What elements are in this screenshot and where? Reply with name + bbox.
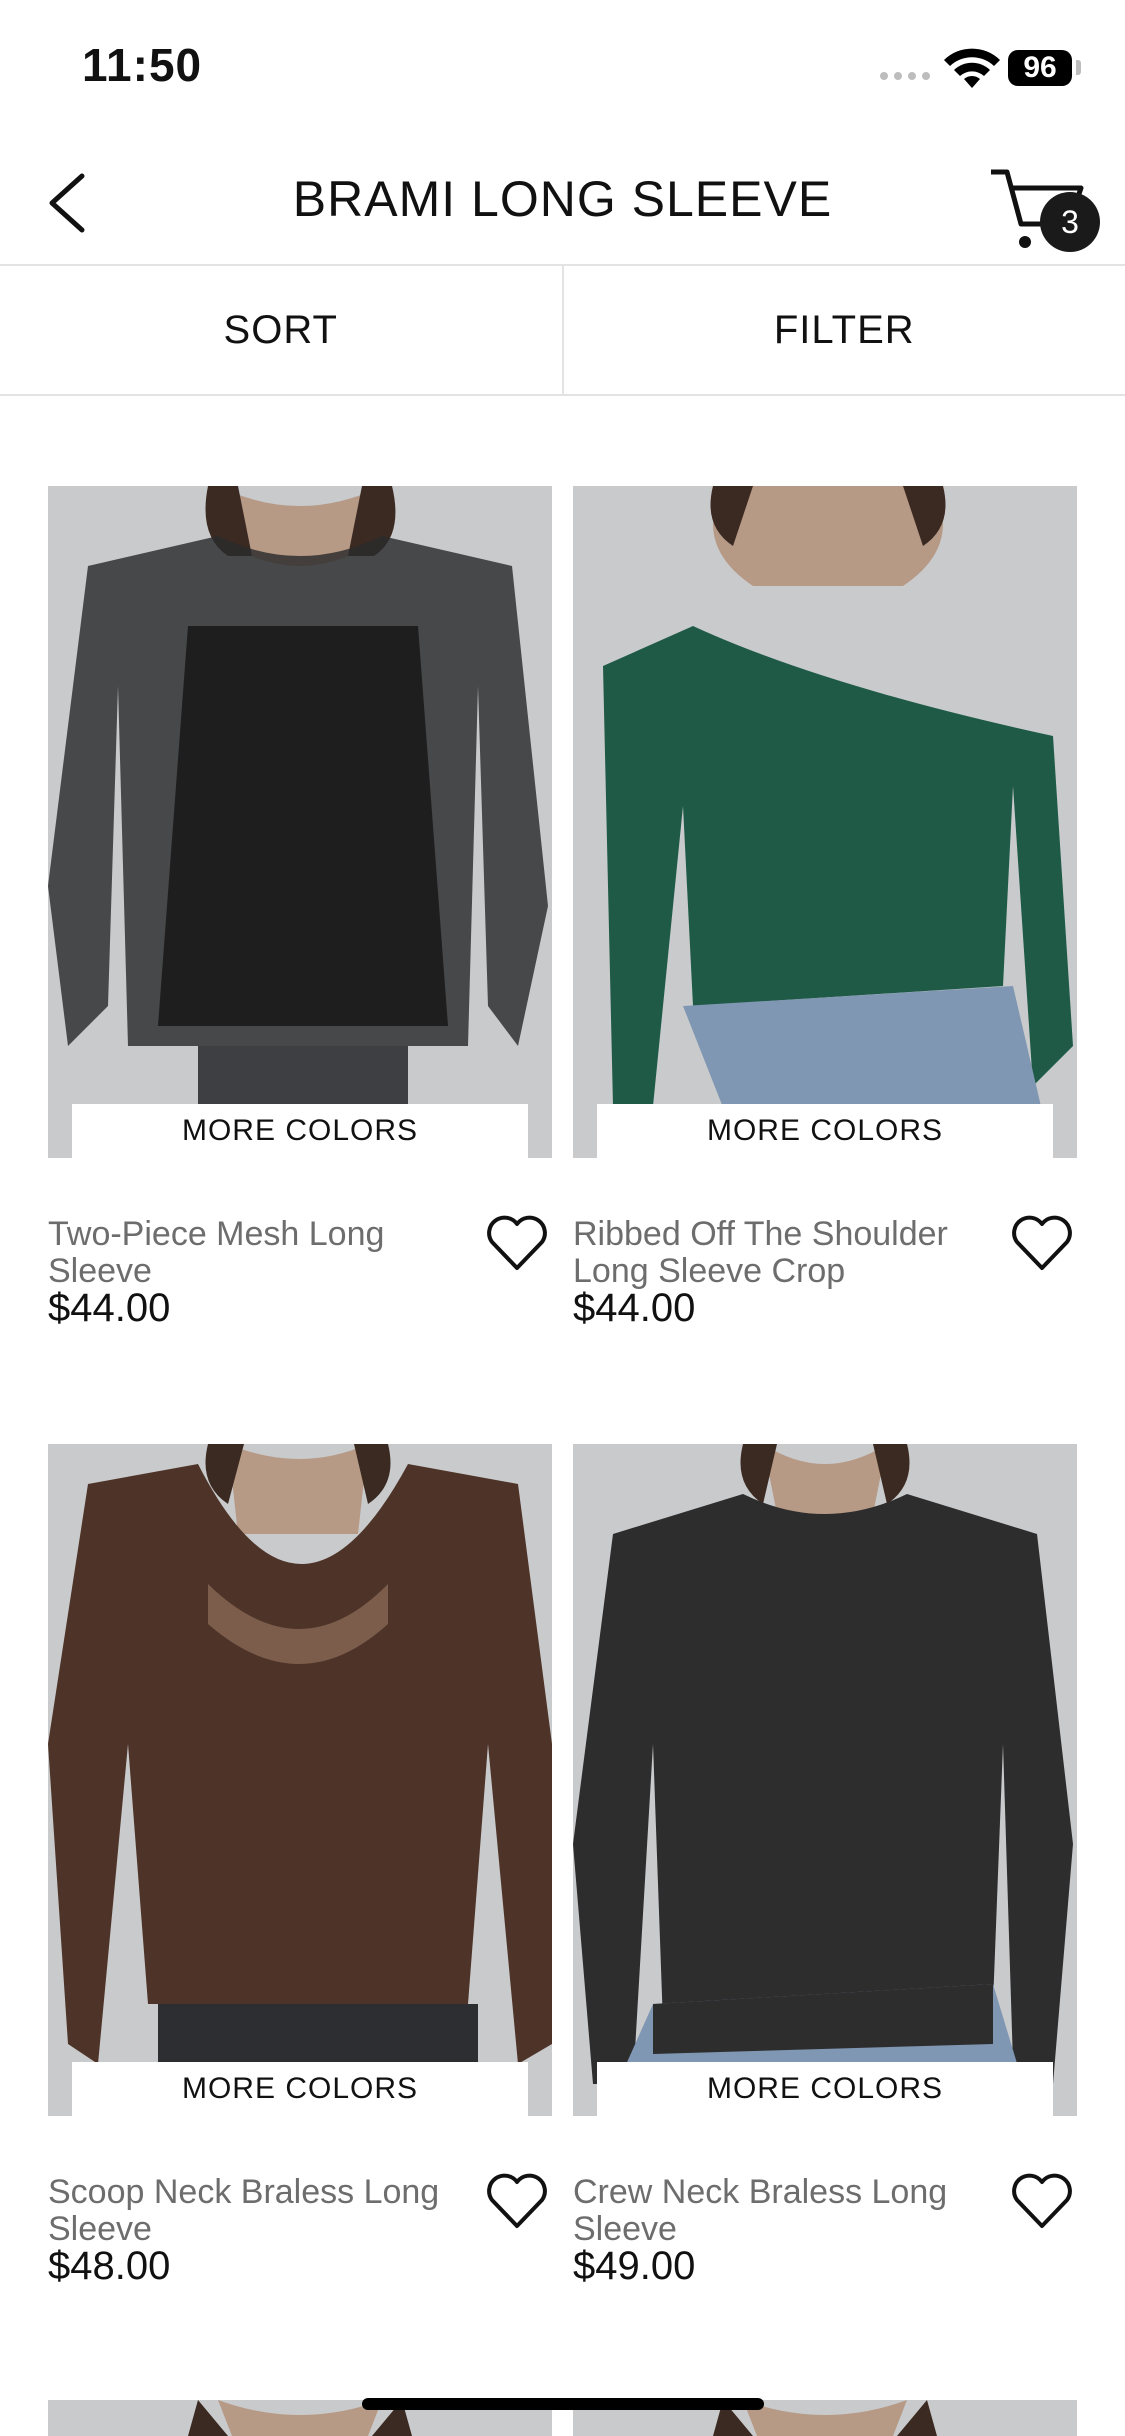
product-price: $48.00: [48, 2244, 171, 2288]
heart-icon[interactable]: [1009, 2170, 1075, 2232]
home-indicator[interactable]: [362, 2398, 764, 2410]
product-name[interactable]: Two-Piece Mesh Long Sleeve: [48, 1216, 468, 1290]
wifi-icon: [944, 48, 1000, 88]
status-time: 11:50: [82, 39, 203, 91]
sort-button[interactable]: SORT: [0, 266, 562, 394]
back-arrow-icon[interactable]: [40, 168, 100, 238]
battery-level: 96: [1023, 51, 1057, 84]
product-price: $44.00: [48, 1286, 171, 1330]
product-image[interactable]: MORE COLORS: [573, 1444, 1077, 2116]
heart-icon[interactable]: [484, 2170, 550, 2232]
more-colors-label[interactable]: MORE COLORS: [72, 1104, 528, 1158]
more-colors-label[interactable]: MORE COLORS: [72, 2062, 528, 2116]
status-bar: 11:50 96: [0, 0, 1125, 140]
product-photo-illustration: [573, 1444, 1077, 2116]
product-image[interactable]: MORE COLORS: [48, 486, 552, 1158]
more-colors-label[interactable]: MORE COLORS: [597, 1104, 1053, 1158]
sort-filter-bar: SORT FILTER: [0, 266, 1125, 396]
product-image[interactable]: MORE COLORS: [48, 1444, 552, 2116]
battery-nub: [1076, 60, 1081, 75]
more-colors-label[interactable]: MORE COLORS: [597, 2062, 1053, 2116]
product-photo-illustration: [48, 486, 552, 1158]
product-name[interactable]: Crew Neck Braless Long Sleeve: [573, 2174, 993, 2248]
product-image[interactable]: MORE COLORS: [573, 486, 1077, 1158]
header: BRAMI LONG SLEEVE: [0, 140, 1125, 266]
cart-count-badge[interactable]: 3: [1040, 192, 1100, 252]
heart-icon[interactable]: [1009, 1212, 1075, 1274]
product-name[interactable]: Ribbed Off The Shoulder Long Sleeve Crop: [573, 1216, 993, 1290]
product-price: $44.00: [573, 1286, 696, 1330]
product-name[interactable]: Scoop Neck Braless Long Sleeve: [48, 2174, 468, 2248]
product-photo-illustration: [573, 486, 1077, 1158]
page-title: BRAMI LONG SLEEVE: [292, 171, 833, 227]
battery-icon: 96: [1008, 50, 1072, 86]
product-price: $49.00: [573, 2244, 696, 2288]
filter-button[interactable]: FILTER: [561, 266, 1125, 394]
heart-icon[interactable]: [484, 1212, 550, 1274]
cellular-signal-icon: [880, 72, 930, 80]
product-photo-illustration: [48, 1444, 552, 2116]
